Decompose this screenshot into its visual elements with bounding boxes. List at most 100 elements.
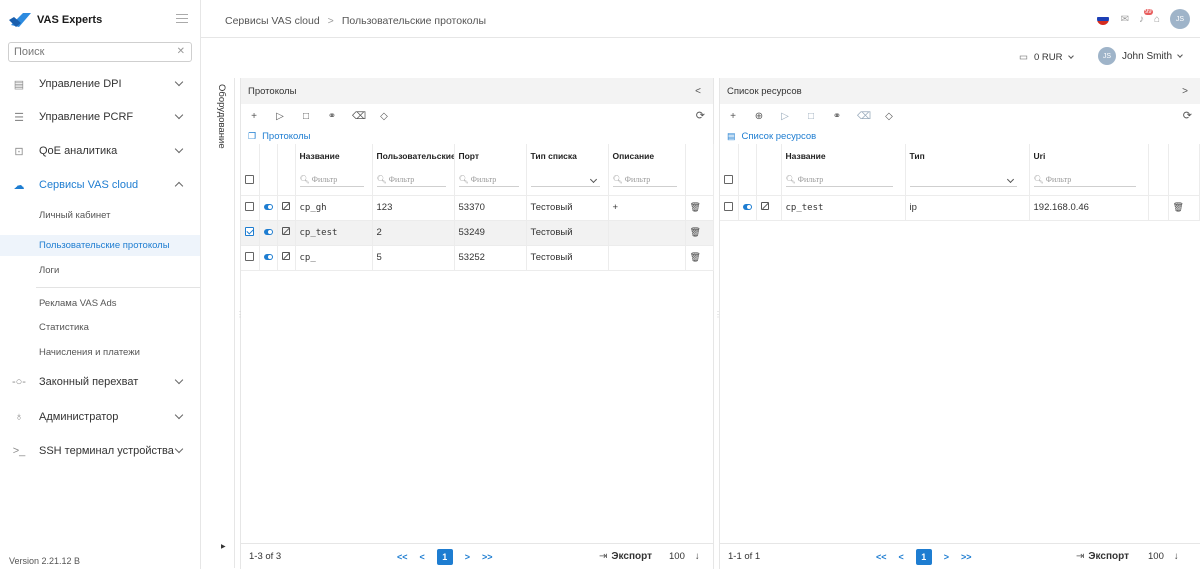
eraser-icon[interactable]: ◇ [378,111,390,122]
filter-user-input[interactable]: 🔍︎ Фильтр [376,175,446,188]
export-button[interactable]: ⇥ Экспорт [599,551,652,562]
refresh-icon[interactable]: ⟳ [696,109,705,122]
filter-port-input[interactable]: 🔍︎ Фильтр [458,175,519,188]
tab-equipment[interactable]: Оборудование [216,84,227,149]
avatar[interactable]: JS [1170,9,1190,29]
filter-name-input[interactable]: 🔍︎ Фильтр [299,175,365,188]
page-size-select[interactable]: 100 ↓ [1148,551,1179,562]
enable-toggle[interactable] [263,254,273,260]
row-checkbox[interactable] [724,201,733,211]
search-input[interactable] [14,46,174,58]
subtitle-text: Протоколы [262,130,311,142]
add-circle-icon[interactable]: ⊕ [753,111,765,122]
nav-item-dpi[interactable]: ▤ Управление DPI [0,71,200,97]
balance-dropdown[interactable]: ▭ 0 RUR [1019,52,1074,63]
column-header-uri[interactable]: Uri [1029,144,1149,168]
lock-icon[interactable]: ⌂ [1154,14,1160,25]
notifications-icon[interactable]: ♪ 99 [1139,8,1153,25]
group-icon[interactable]: ⚭ [831,111,843,122]
resize-handle[interactable]: ⋮ [236,310,244,319]
row-checkbox[interactable] [245,226,254,236]
enable-toggle[interactable] [263,204,273,210]
row-checkbox[interactable] [245,201,254,211]
filter-list-type-select[interactable] [530,175,600,188]
enable-toggle[interactable] [263,229,273,235]
select-all-checkbox[interactable] [245,175,254,185]
edit-icon[interactable] [281,252,290,260]
column-header-user[interactable]: Пользовательские [372,144,455,168]
nav-item-intercept[interactable]: -○- Законный перехват [0,369,200,395]
edit-icon[interactable] [760,202,769,210]
column-header-type[interactable]: Тип [905,144,1030,168]
add-icon[interactable]: + [248,111,260,122]
trash-icon[interactable]: 🗑︎ [690,252,701,262]
sub-item-billing[interactable]: Начисления и платежи [0,342,200,363]
collapse-right-icon[interactable]: > [1182,86,1188,97]
sub-item-ads[interactable]: Реклама VAS Ads [0,293,200,314]
logo[interactable]: VAS Experts [9,10,102,30]
add-icon[interactable]: + [727,111,739,122]
edit-icon[interactable] [281,227,290,235]
nav-item-pcrf[interactable]: ☰ Управление PCRF [0,104,200,130]
column-header-name[interactable]: Название [295,144,373,168]
breadcrumb-root[interactable]: Сервисы VAS cloud [225,15,320,27]
menu-toggle-icon[interactable] [176,14,188,23]
filter-description-input[interactable]: 🔍︎ Фильтр [612,175,678,188]
delete-icon[interactable]: ⌫ [857,111,871,122]
current-page[interactable]: 1 [915,549,932,565]
mail-icon[interactable]: ✉ [1121,14,1129,25]
sub-item-statistics[interactable]: Статистика [0,317,200,338]
next-page-button[interactable]: > [465,552,470,562]
nav-item-ssh[interactable]: >_ SSH терминал устройства [0,438,200,464]
user-menu[interactable]: JS John Smith [1098,47,1183,65]
select-all-checkbox[interactable] [724,175,733,185]
last-page-button[interactable]: >> [961,552,972,562]
first-page-button[interactable]: << [876,552,887,562]
row-checkbox[interactable] [245,251,254,261]
version-label: Version 2.21.12 B [9,556,81,566]
refresh-icon[interactable]: ⟳ [1183,109,1192,122]
table-row[interactable]: cp_ 5 53252 Тестовый 🗑︎ [241,245,714,271]
play-icon[interactable]: ▷ [779,111,791,122]
prev-page-button[interactable]: < [899,552,904,562]
clear-search-icon[interactable]: ✕ [177,46,185,57]
sub-item-cabinet[interactable]: Личный кабинет [0,205,200,226]
trash-icon[interactable]: 🗑︎ [690,202,701,212]
table-row[interactable]: cp_test ip 192.168.0.46 🗑︎ [720,195,1200,221]
account-bar: ▭ 0 RUR JS John Smith [201,39,1200,75]
nav-item-qoe[interactable]: ⊡ QoE аналитика [0,138,200,164]
group-icon[interactable]: ⚭ [326,111,338,122]
table-row[interactable]: cp_gh 123 53370 Тестовый + 🗑︎ [241,195,714,221]
current-page[interactable]: 1 [436,549,453,565]
enable-toggle[interactable] [742,204,752,210]
sub-item-user-protocols[interactable]: Пользовательские протоколы [0,235,200,256]
filter-uri-input[interactable]: 🔍︎ Фильтр [1033,175,1137,188]
column-header-port[interactable]: Порт [454,144,527,168]
delete-icon[interactable]: ⌫ [352,111,366,122]
play-icon[interactable]: ▷ [274,111,286,122]
column-header-description[interactable]: Описание [608,144,686,168]
eraser-icon[interactable]: ◇ [883,111,895,122]
language-flag-icon[interactable] [1096,13,1109,25]
next-page-button[interactable]: > [944,552,949,562]
expand-arrow-icon[interactable]: ▶ [221,543,226,550]
prev-page-button[interactable]: < [420,552,425,562]
export-button[interactable]: ⇥ Экспорт [1076,551,1129,562]
page-size-select[interactable]: 100 ↓ [669,551,700,562]
stop-icon[interactable]: □ [300,111,312,122]
filter-type-select[interactable] [909,175,1017,188]
table-row[interactable]: cp_test 2 53249 Тестовый 🗑︎ [241,220,714,246]
filter-name-input[interactable]: 🔍︎ Фильтр [785,175,893,188]
last-page-button[interactable]: >> [482,552,493,562]
column-header-list-type[interactable]: Тип списка [526,144,609,168]
collapse-left-icon[interactable]: < [695,86,701,97]
first-page-button[interactable]: << [397,552,408,562]
trash-icon[interactable]: 🗑︎ [690,227,701,237]
stop-icon[interactable]: □ [805,111,817,122]
column-header-name[interactable]: Название [781,144,906,168]
edit-icon[interactable] [281,202,290,210]
nav-item-vas-cloud[interactable]: ☁ Сервисы VAS cloud [0,172,200,198]
sub-item-logs[interactable]: Логи [0,260,200,281]
trash-icon[interactable]: 🗑︎ [1173,202,1184,212]
nav-item-admin[interactable]: ♁ Администратор [0,404,200,430]
